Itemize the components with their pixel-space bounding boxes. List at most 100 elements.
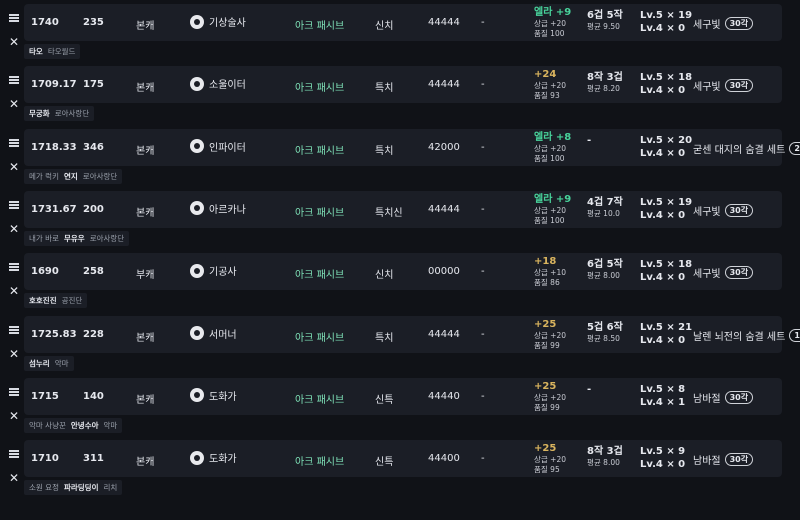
accessory-set: 굳센 대지의 숨결 세트 24각 xyxy=(693,141,800,156)
accessory-set: 세구빛 30각 xyxy=(693,16,754,31)
item-level: 1710 xyxy=(31,453,59,465)
character-role: 본캐 xyxy=(136,332,155,344)
close-icon[interactable]: ✕ xyxy=(9,348,19,360)
hamburger-icon[interactable] xyxy=(9,14,19,22)
stat-number: 44444 xyxy=(428,203,460,215)
character-card[interactable]: 1725.83 228 본캐 서머너 아크 패시브 특치 44444 - +25… xyxy=(24,315,800,353)
level-second: Lv.4 × 0 xyxy=(640,85,686,97)
level-top: Lv.5 × 20 xyxy=(640,134,693,146)
elixir-quality: 품질 86 xyxy=(534,278,560,288)
guild-tag: 타오월드 xyxy=(47,47,76,56)
close-icon[interactable]: ✕ xyxy=(9,223,19,235)
level-top: Lv.5 × 9 xyxy=(640,446,686,458)
empty-value: - xyxy=(481,453,485,465)
close-icon[interactable]: ✕ xyxy=(9,161,19,173)
character-role: 본캐 xyxy=(136,145,155,157)
combat-power: 258 xyxy=(83,266,104,278)
card-set: 아크 패시브 xyxy=(295,21,345,32)
guild-tag: 리치 xyxy=(103,483,118,493)
elixir-total: 엘라 +8 xyxy=(534,131,572,143)
class-name: 서머너 xyxy=(209,329,237,341)
combat-power: 311 xyxy=(83,453,104,465)
guild-tag: 공진단 xyxy=(61,296,83,306)
character-entry: ✕ 1740 235 본캐 기상술사 아크 패시브 신치 44444 - 엘라 … xyxy=(0,4,800,66)
card-set: 아크 패시브 xyxy=(295,332,345,344)
character-card[interactable]: 1731.67 200 본캐 아르카나 아크 패시브 특치신 44444 - 엘… xyxy=(24,190,782,228)
engraving: 특치 xyxy=(375,145,394,157)
elixir-total: +25 xyxy=(534,380,557,392)
guild-tag: 무궁화 xyxy=(29,109,50,119)
level-top: Lv.5 × 21 xyxy=(640,321,693,333)
item-level: 1731.67 xyxy=(31,203,77,215)
level-cell: Lv.5 × 21 Lv.4 × 0 xyxy=(640,321,692,347)
guild-tag: 로아사랑단 xyxy=(54,109,90,119)
combat-power: 228 xyxy=(83,328,104,340)
class-cell: 도화가 xyxy=(190,388,237,403)
gem-cell: - xyxy=(587,383,591,396)
elixir-cell: +18 상급 +10 품질 86 xyxy=(534,256,566,288)
character-card[interactable]: 1710 311 본캐 도화가 아크 패시브 신특 44400 - +25 상급… xyxy=(24,440,782,478)
combat-power: 346 xyxy=(83,141,104,153)
class-cell: 기공사 xyxy=(190,263,237,278)
character-card[interactable]: 1690 258 부캐 기공사 아크 패시브 신치 00000 - +18 상급… xyxy=(24,253,782,291)
accessory-set: 날렌 뇌전의 숨결 세트 18각 xyxy=(693,328,800,343)
close-icon[interactable]: ✕ xyxy=(9,472,19,484)
stat-number: 44400 xyxy=(428,453,460,465)
elixir-total: +24 xyxy=(534,69,557,81)
level-second: Lv.4 × 0 xyxy=(640,334,686,346)
hamburger-icon[interactable] xyxy=(9,76,19,85)
elixir-quality: 품질 100 xyxy=(534,215,565,225)
hamburger-icon[interactable] xyxy=(9,325,19,334)
elixir-quality: 품질 99 xyxy=(534,340,560,350)
close-icon[interactable]: ✕ xyxy=(9,410,19,422)
elixir-quality: 품질 100 xyxy=(534,153,565,163)
class-emblem-icon xyxy=(190,14,204,29)
stat-number: 44444 xyxy=(428,17,460,28)
elixir-grade: 상급 +20 xyxy=(534,81,567,91)
elixir-cell: 엘라 +8 상급 +20 품질 100 xyxy=(534,132,571,164)
tag-list: 타오 타오월드 xyxy=(24,44,81,59)
close-icon[interactable]: ✕ xyxy=(9,285,19,297)
hamburger-icon[interactable] xyxy=(9,138,19,147)
level-top: Lv.5 × 8 xyxy=(640,383,686,395)
character-role: 본캐 xyxy=(136,394,155,406)
level-second: Lv.4 × 0 xyxy=(640,272,686,284)
character-role: 본캐 xyxy=(136,21,155,32)
engraving: 신특 xyxy=(375,457,394,469)
elixir-grade: 상급 +20 xyxy=(534,392,567,402)
guild-tag: 악마 사냥꾼 xyxy=(29,420,66,430)
gem-summary: 5겁 6작 xyxy=(587,321,623,333)
count-badge: 30각 xyxy=(724,266,754,280)
elixir-total: +18 xyxy=(534,256,557,268)
hamburger-icon[interactable] xyxy=(9,200,19,209)
tag-list: 내가 바로 무유우 로아사랑단 xyxy=(24,230,130,246)
count-badge: 30각 xyxy=(724,453,754,467)
character-card[interactable]: 1740 235 본캐 기상술사 아크 패시브 신치 44444 - 엘라 +9… xyxy=(24,4,782,41)
level-second: Lv.4 × 0 xyxy=(640,459,686,471)
combat-power: 235 xyxy=(83,17,104,28)
count-badge: 18각 xyxy=(789,328,800,342)
character-card[interactable]: 1715 140 본캐 도화가 아크 패시브 신특 44440 - +25 상급… xyxy=(24,377,782,415)
guild-tag: 소원 요정 xyxy=(29,483,59,493)
character-card[interactable]: 1718.33 346 본캐 인파이터 아크 패시브 특치 42000 - 엘라… xyxy=(24,128,800,166)
tag-list: 소원 요정 파라딩딩이 리치 xyxy=(24,480,123,496)
level-second: Lv.4 × 0 xyxy=(640,23,686,34)
level-cell: Lv.5 × 19 Lv.4 × 0 xyxy=(640,9,692,35)
engraving: 특치신 xyxy=(375,207,403,219)
hamburger-icon[interactable] xyxy=(9,450,19,459)
gem-cell: 4겁 7작 평균 10.0 xyxy=(587,196,623,219)
empty-value: - xyxy=(481,390,485,402)
gem-cell: 6겁 5작 평균 8.00 xyxy=(587,258,623,281)
elixir-total: 엘라 +9 xyxy=(534,7,572,18)
class-name: 도화가 xyxy=(209,454,237,466)
set-name: 세구빛 xyxy=(693,82,721,94)
character-card[interactable]: 1709.17 175 본캐 소울이터 아크 패시브 특치 44444 - +2… xyxy=(24,66,782,104)
close-icon[interactable]: ✕ xyxy=(9,36,19,48)
empty-value: - xyxy=(481,17,485,28)
hamburger-icon[interactable] xyxy=(9,387,19,396)
empty-value: - xyxy=(481,79,485,91)
hamburger-icon[interactable] xyxy=(9,263,19,272)
close-icon[interactable]: ✕ xyxy=(9,98,19,110)
count-badge: 30각 xyxy=(724,17,754,30)
empty-value: - xyxy=(481,141,485,153)
